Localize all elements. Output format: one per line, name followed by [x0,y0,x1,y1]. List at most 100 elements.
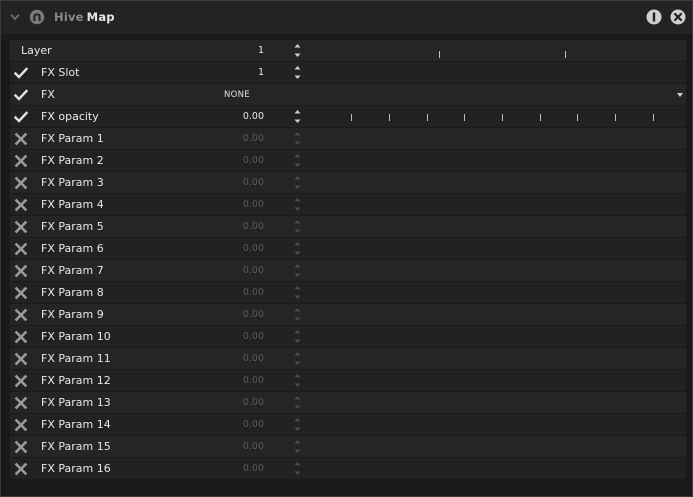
param-row[interactable]: FX Param 3 0.00 [10,172,686,193]
stepper-icon[interactable] [293,350,302,367]
param-row[interactable]: FX NONE [10,84,686,105]
param-label: Layer [21,44,52,57]
param-value[interactable]: 0.00 [200,177,264,188]
fx-dropdown-value[interactable]: NONE [224,90,250,100]
x-icon[interactable] [14,286,28,300]
slider-tick [439,51,440,58]
x-icon[interactable] [14,176,28,190]
param-row[interactable]: FX Slot 1 [10,62,686,83]
slider-track[interactable] [310,40,686,61]
param-row[interactable]: FX Param 8 0.00 [10,282,686,303]
param-label: FX Param 6 [41,242,104,255]
param-value[interactable]: 0.00 [200,353,264,364]
stepper-icon[interactable] [293,328,302,345]
stepper-icon[interactable] [293,152,302,169]
param-value[interactable]: 0.00 [200,441,264,452]
param-label: FX opacity [41,110,99,123]
triangle-down-icon[interactable] [677,93,683,97]
param-row[interactable]: FX opacity 0.00 [10,106,686,127]
chevron-down-icon[interactable] [10,13,20,21]
param-value[interactable]: 0.00 [200,309,264,320]
x-icon[interactable] [14,440,28,454]
param-row[interactable]: FX Param 13 0.00 [10,392,686,413]
stepper-icon[interactable] [293,196,302,213]
check-icon[interactable] [14,66,28,80]
param-value[interactable]: 0.00 [200,111,264,122]
check-icon[interactable] [14,88,28,102]
param-value[interactable]: 0.00 [200,243,264,254]
param-label: FX Param 10 [41,330,111,343]
x-icon[interactable] [14,374,28,388]
stepper-icon[interactable] [293,108,302,125]
x-icon[interactable] [14,330,28,344]
stepper-icon[interactable] [293,64,302,81]
param-label: FX Param 13 [41,396,111,409]
stepper-icon[interactable] [293,42,302,59]
close-icon[interactable] [670,9,686,25]
x-icon[interactable] [14,396,28,410]
param-value[interactable]: 0.00 [200,133,264,144]
slider-tick [351,114,352,121]
x-icon[interactable] [14,462,28,476]
slider-tick [615,114,616,121]
param-row[interactable]: FX Param 11 0.00 [10,348,686,369]
param-value[interactable]: 0.00 [200,397,264,408]
stepper-icon[interactable] [293,438,302,455]
param-value[interactable]: 0.00 [200,265,264,276]
x-icon[interactable] [14,352,28,366]
param-row[interactable]: FX Param 6 0.00 [10,238,686,259]
x-icon[interactable] [14,132,28,146]
param-value[interactable]: 0.00 [200,287,264,298]
slider-track[interactable] [310,106,686,127]
stepper-icon[interactable] [293,130,302,147]
param-label: FX Param 1 [41,132,104,145]
stepper-icon[interactable] [293,262,302,279]
param-row[interactable]: FX Param 15 0.00 [10,436,686,457]
param-value[interactable]: 0.00 [200,463,264,474]
param-value[interactable]: 0.00 [200,419,264,430]
param-value[interactable]: 0.00 [200,155,264,166]
stepper-icon[interactable] [293,240,302,257]
x-icon[interactable] [14,198,28,212]
param-row[interactable]: Layer 1 [10,40,686,61]
param-row[interactable]: FX Param 7 0.00 [10,260,686,281]
slider-tick [577,114,578,121]
stepper-icon[interactable] [293,372,302,389]
param-value[interactable]: 1 [200,45,264,56]
stepper-icon[interactable] [293,306,302,323]
param-row[interactable]: FX Param 4 0.00 [10,194,686,215]
check-icon[interactable] [14,110,28,124]
param-value[interactable]: 1 [200,67,264,78]
info-icon[interactable] [646,9,662,25]
x-icon[interactable] [14,154,28,168]
param-row[interactable]: FX Param 5 0.00 [10,216,686,237]
param-value[interactable]: 0.00 [200,331,264,342]
param-row[interactable]: FX Param 12 0.00 [10,370,686,391]
x-icon[interactable] [14,308,28,322]
param-label: FX Param 5 [41,220,104,233]
x-icon[interactable] [14,418,28,432]
slider-tick [540,114,541,121]
param-row[interactable]: FX Param 1 0.00 [10,128,686,149]
x-icon[interactable] [14,242,28,256]
x-icon[interactable] [14,264,28,278]
stepper-icon[interactable] [293,174,302,191]
param-row[interactable]: FX Param 10 0.00 [10,326,686,347]
param-label: FX Param 9 [41,308,104,321]
param-label: FX Param 15 [41,440,111,453]
stepper-icon[interactable] [293,284,302,301]
param-label: FX [41,88,55,101]
param-row[interactable]: FX Param 2 0.00 [10,150,686,171]
x-icon[interactable] [14,220,28,234]
param-row[interactable]: FX Param 9 0.00 [10,304,686,325]
param-value[interactable]: 0.00 [200,199,264,210]
param-label: FX Param 7 [41,264,104,277]
stepper-icon[interactable] [293,416,302,433]
param-row[interactable]: FX Param 16 0.00 [10,458,686,479]
stepper-icon[interactable] [293,460,302,477]
param-value[interactable]: 0.00 [200,221,264,232]
stepper-icon[interactable] [293,394,302,411]
param-row[interactable]: FX Param 14 0.00 [10,414,686,435]
stepper-icon[interactable] [293,218,302,235]
param-value[interactable]: 0.00 [200,375,264,386]
